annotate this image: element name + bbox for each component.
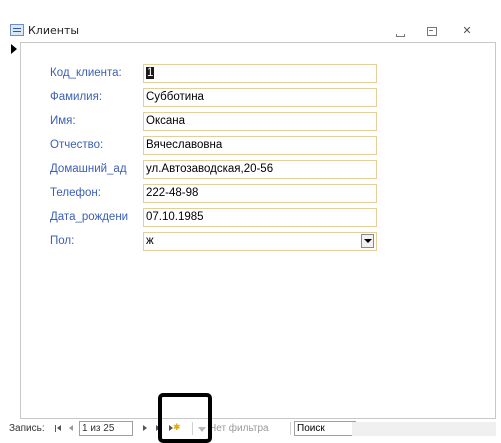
form-icon [10, 24, 24, 36]
chevron-down-icon[interactable] [361, 234, 374, 248]
home-address-field[interactable]: ул.Автозаводская,20-56 [143, 160, 377, 179]
field-label-patronymic: Отчество: [50, 139, 104, 151]
birth-date-field[interactable]: 07.10.1985 [143, 208, 377, 227]
close-icon[interactable]: ✕ [457, 22, 477, 40]
filter-status-label: Нет фильтра [209, 423, 269, 434]
field-label-birth-date: Дата_рождени [50, 211, 129, 223]
search-input[interactable]: Поиск [294, 421, 356, 436]
divider [290, 422, 291, 435]
first-record-icon[interactable] [54, 420, 64, 437]
field-label-gender: Пол: [50, 235, 75, 247]
field-label-home-address: Домашний_ад [50, 163, 127, 175]
maximize-icon[interactable] [422, 22, 442, 40]
field-label-phone: Телефон: [50, 187, 101, 199]
gender-value: ж [146, 235, 154, 247]
horizontal-scrollbar[interactable] [352, 422, 496, 436]
last-name-field[interactable]: Субботина [143, 88, 377, 107]
window-title: Клиенты [28, 24, 80, 37]
current-record-arrow-icon [11, 44, 17, 54]
current-record-input[interactable]: 1 из 25 [79, 421, 133, 436]
field-label-last-name: Фамилия: [50, 91, 103, 103]
form-window: Клиенты ✕ Код_клиента: 1 Фамилия: Суббот… [0, 0, 501, 443]
first-name-field[interactable]: Оксана [143, 112, 377, 131]
field-label-client-id: Код_клиента: [50, 67, 122, 79]
new-record-highlight [158, 393, 212, 443]
phone-field[interactable]: 222-48-98 [143, 184, 377, 203]
patronymic-field[interactable]: Вячеславовна [143, 136, 377, 155]
field-label-first-name: Имя: [50, 115, 76, 127]
next-record-icon[interactable] [140, 420, 150, 437]
gender-combobox[interactable]: ж [143, 232, 377, 251]
previous-record-icon[interactable] [66, 420, 76, 437]
client-id-value: 1 [146, 67, 155, 79]
record-selector[interactable] [8, 42, 21, 419]
client-id-field[interactable]: 1 [143, 64, 377, 83]
minimize-icon[interactable] [390, 22, 410, 40]
record-label: Запись: [9, 423, 45, 434]
title-bar: Клиенты ✕ [8, 22, 496, 42]
